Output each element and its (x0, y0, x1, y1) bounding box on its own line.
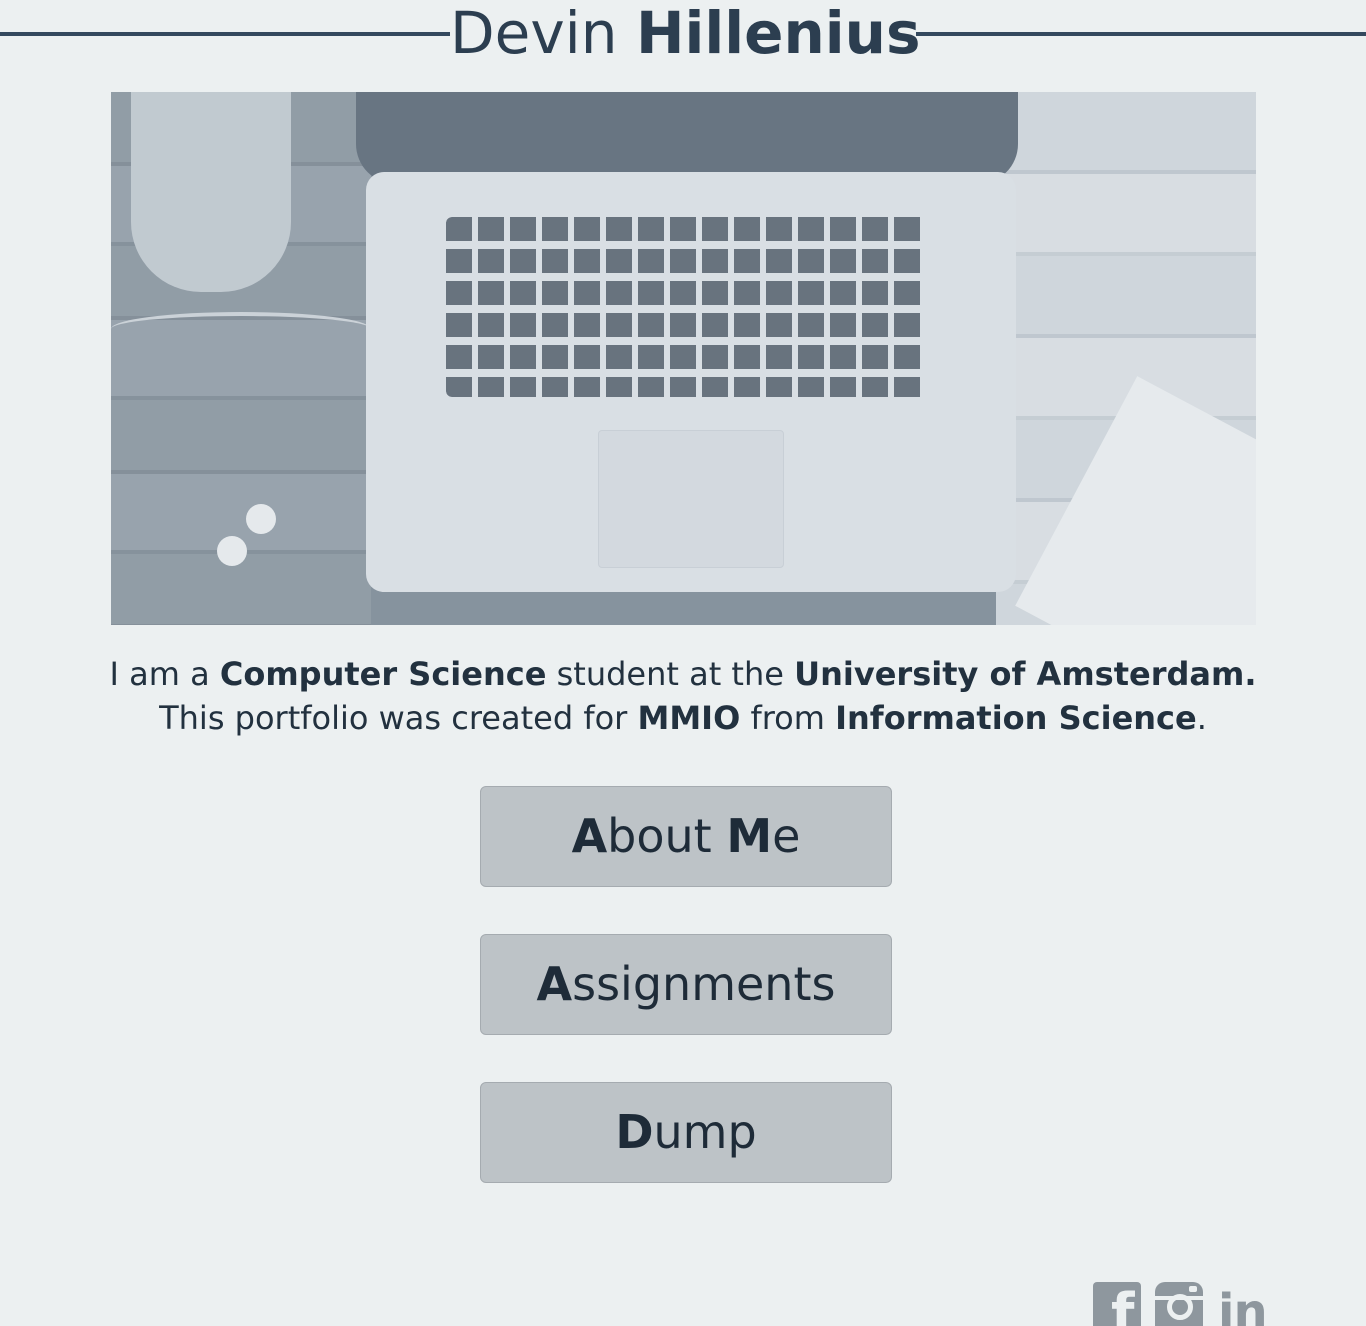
button-cap: A (571, 809, 608, 863)
button-label: ssignments (572, 957, 836, 1011)
intro-text-segment: . (1196, 699, 1207, 737)
header-rule-left (0, 32, 450, 36)
button-cap: A (536, 957, 573, 1011)
button-cap: M (726, 809, 773, 863)
button-label: ump (653, 1105, 757, 1159)
facebook-icon-shape: f (1093, 1282, 1141, 1326)
intro-line-1: I am a Computer Science student at the U… (60, 652, 1306, 696)
intro-text-segment: . (1244, 655, 1257, 693)
hero-overlay (111, 92, 1256, 625)
about-me-button[interactable]: About Me (480, 786, 892, 887)
intro-text-segment: This portfolio was created for (159, 699, 638, 737)
facebook-icon-glyph: f (1111, 1282, 1135, 1326)
site-header: Devin Hillenius (0, 0, 1366, 70)
intro-text-segment: student at the (546, 655, 795, 693)
page: Devin Hillenius I am a Computer Science … (0, 0, 1366, 1326)
intro-text-segment: from (740, 699, 836, 737)
button-label: e (772, 809, 801, 863)
intro-highlight: Computer Science (219, 655, 547, 693)
intro-highlight: Information Science (835, 699, 1197, 737)
dump-button[interactable]: Dump (480, 1082, 892, 1183)
intro-highlight: University of Amsterdam (794, 655, 1245, 693)
linkedin-icon-glyph: in (1218, 1284, 1266, 1326)
instagram-icon[interactable] (1155, 1282, 1203, 1326)
button-label: bout (607, 809, 727, 863)
title-last-name: Hillenius (635, 0, 921, 67)
instagram-icon-flash (1189, 1286, 1197, 1292)
button-cap: D (615, 1105, 654, 1159)
intro-text-segment: I am a (109, 655, 220, 693)
assignments-button[interactable]: Assignments (480, 934, 892, 1035)
header-rule-right (916, 32, 1366, 36)
intro-highlight: MMIO (637, 699, 741, 737)
intro-text: I am a Computer Science student at the U… (60, 652, 1306, 740)
facebook-icon[interactable]: f (1093, 1282, 1141, 1326)
intro-line-2: This portfolio was created for MMIO from… (60, 696, 1306, 740)
hero-image (111, 92, 1256, 625)
instagram-icon-lens (1167, 1294, 1193, 1320)
title-first-name: Devin (450, 0, 618, 67)
instagram-icon-shape (1155, 1282, 1203, 1326)
site-title: Devin Hillenius (450, 0, 921, 67)
linkedin-icon[interactable]: in (1218, 1282, 1266, 1326)
